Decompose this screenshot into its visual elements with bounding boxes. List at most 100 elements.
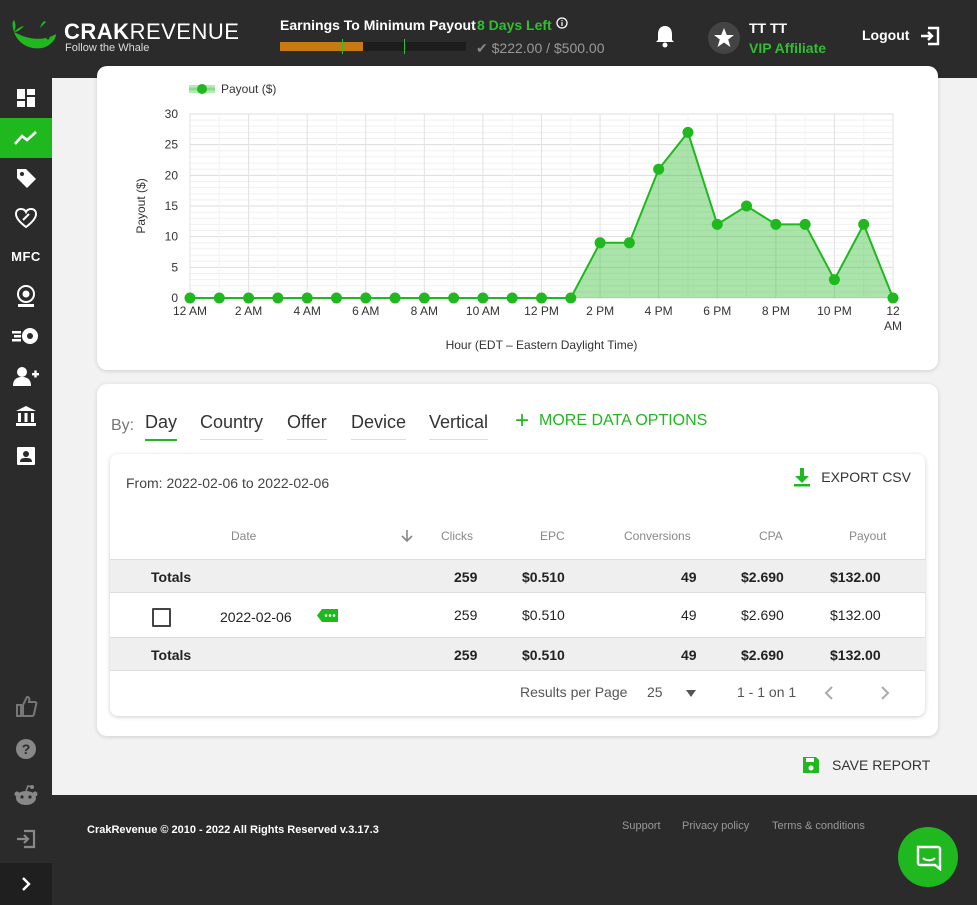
data-point xyxy=(594,237,606,249)
y-tick-label: 10 xyxy=(165,230,179,244)
totals-payout: $132.00 xyxy=(830,569,881,585)
prev-page-icon[interactable] xyxy=(824,686,834,700)
tab-vertical[interactable]: Vertical xyxy=(429,412,489,440)
data-point xyxy=(770,218,782,230)
totals-label: Totals xyxy=(151,647,192,663)
brand-name-light: REVENUE xyxy=(129,19,240,44)
logout-button[interactable]: Logout xyxy=(862,27,909,43)
main-content: 0 5 10 15 20 25 30 12 AM 2 AM 4 AM 6 AM 8 AM 10 AM 1… xyxy=(52,66,977,795)
row-checkbox[interactable] xyxy=(152,608,171,627)
plus-icon: + xyxy=(515,407,530,434)
offers-tag-icon xyxy=(17,169,36,188)
column-header-cpa[interactable]: CPA xyxy=(759,529,783,543)
column-header-epc[interactable]: EPC xyxy=(540,529,565,543)
results-per-page-select[interactable]: 25 xyxy=(647,684,663,700)
comment-tag-icon[interactable] xyxy=(317,608,338,623)
thumbs-up-icon xyxy=(16,695,38,717)
sidebar-item-offers[interactable] xyxy=(0,158,52,198)
x-tick-label: 8 AM xyxy=(411,304,438,318)
data-point xyxy=(243,292,255,304)
export-csv-label: EXPORT CSV xyxy=(821,469,911,485)
save-report-button[interactable]: SAVE REPORT xyxy=(802,756,930,774)
data-point xyxy=(213,292,225,304)
sidebar-item-logout[interactable] xyxy=(0,819,52,859)
sidebar-item-profile[interactable] xyxy=(0,436,52,476)
download-icon xyxy=(794,468,811,487)
more-data-options-button[interactable]: + MORE DATA OPTIONS xyxy=(515,407,708,434)
sort-arrow-down-icon[interactable] xyxy=(400,529,414,543)
footer: CrakRevenue © 2010 - 2022 All Rights Res… xyxy=(52,795,977,905)
chevron-right-icon xyxy=(22,877,31,891)
data-point xyxy=(330,292,342,304)
y-axis-label: Payout ($) xyxy=(134,178,148,233)
logout-icon[interactable] xyxy=(918,24,942,48)
report-table-panel: From: 2022-02-06 to 2022-02-06 EXPORT CS… xyxy=(110,454,925,716)
report-card: By: Day Country Offer Device Vertical + … xyxy=(97,384,938,736)
sidebar-expand-button[interactable] xyxy=(0,863,52,905)
column-header-date[interactable]: Date xyxy=(231,529,256,543)
chat-button[interactable] xyxy=(898,827,958,887)
dropdown-arrow-icon[interactable] xyxy=(686,690,696,697)
footer-link-terms[interactable]: Terms & conditions xyxy=(772,820,865,832)
column-header-payout[interactable]: Payout xyxy=(849,529,886,543)
tab-offer[interactable]: Offer xyxy=(287,412,327,440)
y-tick-label: 25 xyxy=(165,138,179,152)
sidebar-item-survey[interactable] xyxy=(0,316,52,356)
data-point xyxy=(360,292,372,304)
data-point xyxy=(184,292,196,304)
table-totals-row: Totals 259 $0.510 49 $2.690 $132.00 xyxy=(110,637,925,670)
footer-link-privacy[interactable]: Privacy policy xyxy=(682,820,749,832)
totals-payout: $132.00 xyxy=(830,647,881,663)
payout-chart: 0 5 10 15 20 25 30 12 AM 2 AM 4 AM 6 AM 8 AM 10 AM 1… xyxy=(134,82,902,352)
tab-country[interactable]: Country xyxy=(200,412,264,440)
avatar[interactable] xyxy=(708,22,740,54)
x-axis-label: Hour (EDT – Eastern Daylight Time) xyxy=(446,338,638,352)
copyright: CrakRevenue © 2010 - 2022 All Rights Res… xyxy=(87,824,379,836)
logout-icon xyxy=(17,829,36,849)
sidebar-item-webcam[interactable] xyxy=(0,276,52,316)
column-header-clicks[interactable]: Clicks xyxy=(441,529,473,543)
totals-cpa: $2.690 xyxy=(741,647,784,663)
next-page-icon[interactable] xyxy=(880,686,890,700)
payments-bank-icon xyxy=(16,406,36,426)
earnings-title: Earnings To Minimum Payout xyxy=(280,17,476,33)
tab-device[interactable]: Device xyxy=(351,412,407,440)
sidebar-item-referral[interactable] xyxy=(0,356,52,396)
sidebar-item-help[interactable]: ? xyxy=(0,729,52,769)
user-name[interactable]: TT TT xyxy=(749,20,787,36)
row-epc: $0.510 xyxy=(522,607,565,623)
tab-day[interactable]: Day xyxy=(145,412,178,441)
reddit-icon xyxy=(14,785,38,805)
table-row[interactable]: 2022-02-06 259 $0.510 49 $2.690 $132.00 xyxy=(110,592,925,638)
data-point xyxy=(858,218,870,230)
sidebar-item-dashboard[interactable] xyxy=(0,78,52,118)
data-point xyxy=(418,292,430,304)
data-point xyxy=(828,274,840,286)
x-tick-label: 8 PM xyxy=(762,304,790,318)
crakrevenue-logo[interactable]: CRAKREVENUE Follow the Whale xyxy=(10,16,240,62)
x-tick-label: 12 xyxy=(886,304,900,318)
sidebar-item-statistics[interactable] xyxy=(0,118,52,158)
more-data-options-label: MORE DATA OPTIONS xyxy=(539,412,708,429)
progress-tick xyxy=(404,39,405,54)
footer-link-support[interactable]: Support xyxy=(622,820,661,832)
info-icon[interactable] xyxy=(556,17,568,29)
sidebar-item-payments[interactable] xyxy=(0,396,52,436)
y-tick-label: 0 xyxy=(171,291,178,305)
data-point xyxy=(741,200,753,212)
sidebar-item-smartlinks[interactable] xyxy=(0,198,52,238)
sidebar-item-feedback[interactable] xyxy=(0,686,52,726)
column-header-conversions[interactable]: Conversions xyxy=(624,529,691,543)
whale-icon xyxy=(12,20,56,49)
sidebar-item-mfc[interactable]: MFC xyxy=(0,236,52,276)
export-csv-button[interactable]: EXPORT CSV xyxy=(793,467,911,487)
chart-legend[interactable]: Payout ($) xyxy=(189,82,276,96)
notification-bell-icon[interactable] xyxy=(654,24,676,48)
data-point xyxy=(653,163,665,175)
x-tick-label: 4 AM xyxy=(293,304,320,318)
survey-rocket-icon xyxy=(12,328,38,344)
x-tick-label: 4 PM xyxy=(645,304,673,318)
sidebar-item-reddit[interactable] xyxy=(0,775,52,815)
data-point xyxy=(477,292,489,304)
totals-conversions: 49 xyxy=(681,647,697,663)
